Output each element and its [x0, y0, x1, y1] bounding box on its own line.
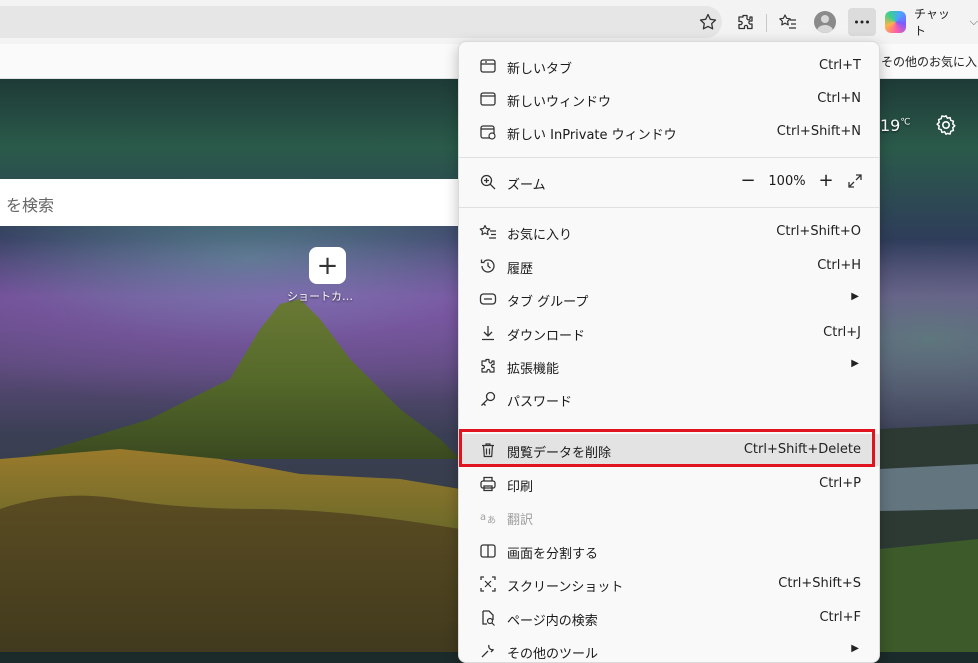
menu-item-shortcut: Ctrl+H — [817, 258, 861, 273]
chat-label: チャット — [913, 7, 950, 38]
browser-toolbar: チャット ⌵ — [0, 0, 978, 44]
svg-text:a: a — [480, 512, 486, 523]
address-bar[interactable] — [0, 6, 722, 38]
menu-item-label: ズーム — [507, 178, 546, 193]
menu-item-shortcut: Ctrl+Shift+O — [776, 224, 861, 239]
settings-and-more-menu: 新しいタブ Ctrl+T 新しいウィンドウ Ctrl+N 新しい InPriva… — [458, 41, 880, 663]
menu-item-history[interactable]: 履歴 Ctrl+H — [459, 250, 879, 282]
other-favorites-folder[interactable]: その他のお気に入り — [881, 53, 978, 70]
tools-icon — [479, 642, 497, 660]
key-icon — [479, 390, 497, 408]
shortcut-label: ショートカ… — [287, 290, 353, 303]
menu-item-shortcut: Ctrl+Shift+S — [778, 576, 861, 591]
menu-item-new-inprivate-window[interactable]: 新しい InPrivate ウィンドウ Ctrl+Shift+N — [459, 116, 879, 148]
new-window-icon — [479, 90, 497, 108]
add-shortcut-button[interactable]: + — [309, 247, 346, 284]
zoom-level: 100% — [768, 173, 806, 189]
extensions-icon — [479, 357, 497, 375]
add-favorite-star-icon[interactable] — [694, 8, 722, 36]
menu-item-label: 新しい InPrivate ウィンドウ — [507, 128, 677, 143]
menu-item-favorites[interactable]: お気に入り Ctrl+Shift+O — [459, 216, 879, 248]
menu-item-extensions[interactable]: 拡張機能 ▶ — [459, 350, 879, 382]
menu-item-tab-groups[interactable]: タブ グループ ▶ — [459, 283, 879, 315]
menu-item-downloads[interactable]: ダウンロード Ctrl+J — [459, 317, 879, 349]
menu-item-shortcut: Ctrl+F — [819, 610, 861, 625]
menu-item-more-tools[interactable]: その他のツール ▶ — [459, 635, 879, 662]
menu-item-zoom: ズーム − 100% + — [459, 166, 879, 198]
menu-item-label: 履歴 — [507, 262, 534, 277]
toolbar-separator — [766, 14, 767, 32]
favorites-icon — [479, 223, 497, 241]
menu-item-shortcut: Ctrl+J — [823, 325, 861, 340]
zoom-icon — [479, 173, 497, 191]
zoom-controls: − 100% + — [735, 172, 863, 190]
menu-item-label: 拡張機能 — [507, 362, 560, 377]
menu-item-new-window[interactable]: 新しいウィンドウ Ctrl+N — [459, 83, 879, 115]
menu-item-print[interactable]: 印刷 Ctrl+P — [459, 468, 879, 500]
submenu-arrow-icon: ▶ — [851, 291, 859, 302]
settings-more-button[interactable] — [848, 8, 876, 36]
copilot-chat-button[interactable]: チャット ⌵ — [885, 7, 978, 38]
menu-item-label: スクリーンショット — [507, 580, 624, 595]
menu-item-label: パスワード — [507, 395, 573, 410]
menu-divider — [459, 157, 879, 158]
menu-item-label: 画面を分割する — [507, 547, 599, 562]
menu-item-new-tab[interactable]: 新しいタブ Ctrl+T — [459, 50, 879, 82]
submenu-arrow-icon: ▶ — [851, 358, 859, 369]
plus-icon: + — [316, 250, 339, 281]
extensions-puzzle-icon[interactable] — [731, 8, 759, 36]
submenu-arrow-icon: ▶ — [851, 643, 859, 654]
translate-icon: aあ — [479, 508, 497, 526]
ellipsis-icon — [855, 20, 869, 24]
avatar — [814, 11, 836, 33]
menu-item-split-screen[interactable]: 画面を分割する — [459, 535, 879, 567]
menu-item-translate: aあ 翻訳 — [459, 501, 879, 533]
menu-item-label: 新しいウィンドウ — [507, 95, 612, 110]
menu-item-shortcut: Ctrl+T — [819, 58, 861, 73]
find-in-page-icon — [479, 609, 497, 627]
download-icon — [479, 324, 497, 342]
tab-groups-icon — [479, 290, 497, 308]
menu-item-shortcut: Ctrl+Shift+N — [776, 124, 861, 139]
web-search-box[interactable] — [0, 179, 460, 226]
menu-item-passwords[interactable]: パスワード — [459, 383, 879, 415]
zoom-in-button[interactable]: + — [813, 172, 839, 190]
temperature-value: 19 — [880, 116, 901, 135]
menu-item-label: ページ内の検索 — [507, 614, 598, 629]
print-icon — [479, 475, 497, 493]
fullscreen-icon[interactable] — [847, 173, 863, 189]
menu-item-shortcut: Ctrl+N — [817, 91, 861, 106]
search-placeholder: を検索 — [6, 196, 55, 215]
split-screen-icon — [479, 542, 497, 560]
history-icon — [479, 257, 497, 275]
menu-item-label: 印刷 — [507, 480, 534, 495]
menu-item-find-in-page[interactable]: ページ内の検索 Ctrl+F — [459, 602, 879, 634]
menu-divider — [459, 207, 879, 208]
gear-icon[interactable] — [934, 113, 958, 137]
svg-text:あ: あ — [487, 515, 496, 526]
menu-item-shortcut: Ctrl+P — [819, 476, 861, 491]
inprivate-window-icon — [479, 123, 497, 141]
temperature-unit: ℃ — [900, 117, 911, 128]
menu-item-label: その他のツール — [507, 647, 599, 662]
zoom-out-button[interactable]: − — [735, 172, 761, 190]
menu-item-screenshot[interactable]: スクリーンショット Ctrl+Shift+S — [459, 568, 879, 600]
chevron-down-icon: ⌵ — [969, 15, 978, 28]
menu-item-label: 翻訳 — [507, 513, 534, 528]
copilot-icon — [885, 11, 906, 33]
profile-avatar[interactable] — [811, 8, 839, 36]
menu-item-label: お気に入り — [507, 228, 573, 243]
highlight-annotation-box — [459, 429, 875, 467]
menu-item-label: 新しいタブ — [507, 62, 573, 77]
new-tab-icon — [479, 57, 497, 75]
favorites-list-icon[interactable] — [774, 8, 802, 36]
screenshot-icon — [479, 575, 497, 593]
weather-temperature[interactable]: 19℃ — [880, 116, 910, 135]
menu-item-label: タブ グループ — [507, 295, 589, 310]
menu-item-label: ダウンロード — [507, 329, 586, 344]
